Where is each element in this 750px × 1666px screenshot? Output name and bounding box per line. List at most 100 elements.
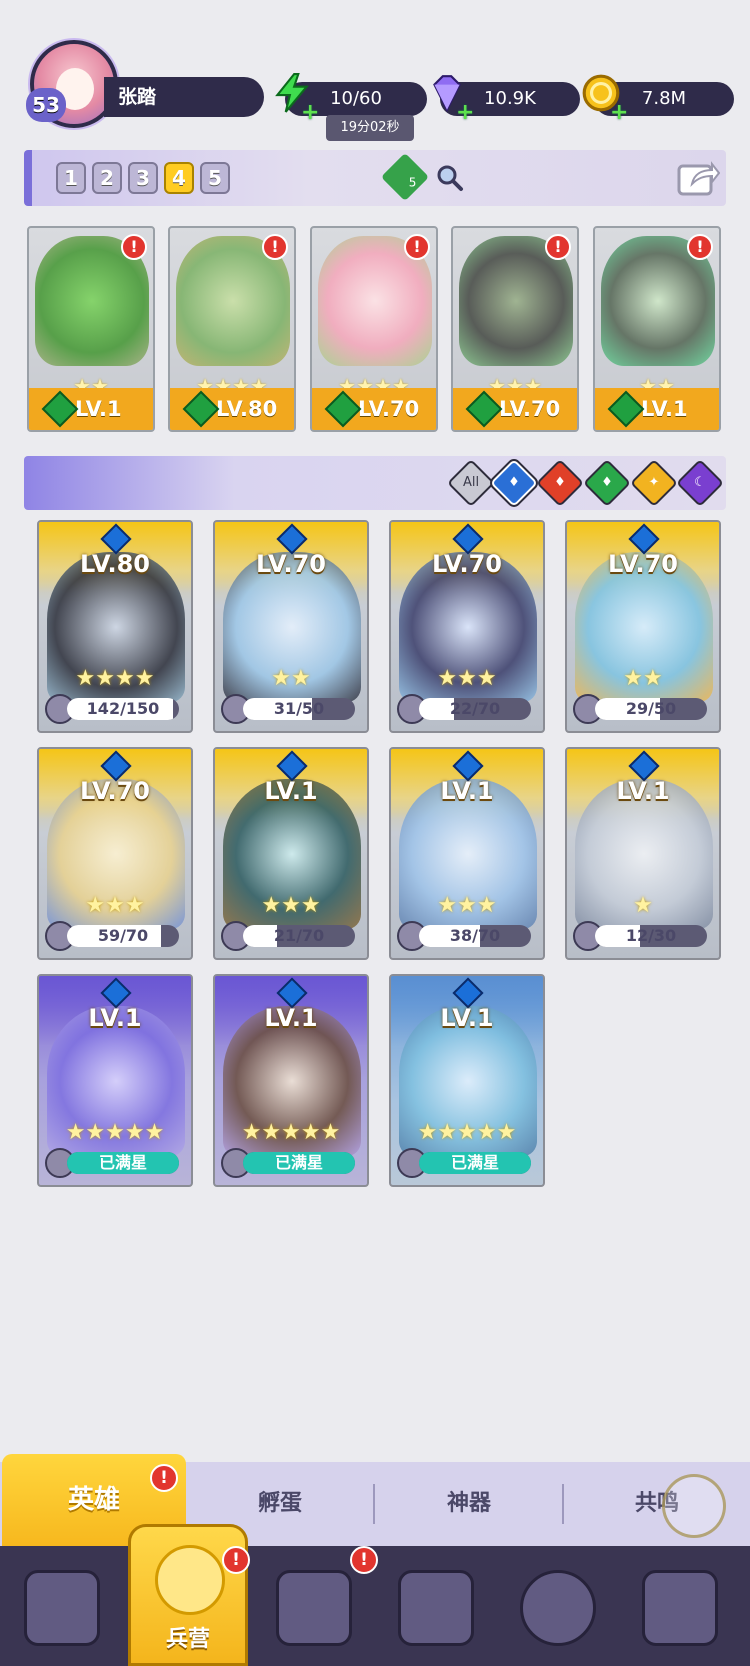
star-rating: ★★★ [437,893,497,918]
shard-progress-text: 12/30 [625,926,677,945]
star-rating: ★★★ [261,893,321,918]
shard-progress-bar: 已满星 [243,1152,355,1174]
shard-progress-text: 已满星 [98,1153,147,1172]
shard-progress-bar: 31/50 [243,698,355,720]
shard-progress-text: 22/70 [449,699,501,718]
shard-progress-text: 已满星 [450,1153,499,1172]
hero-level: LV.1 [440,777,494,805]
nav-barracks-label: 兵营 [165,1627,210,1652]
shard-progress-bar: 已满星 [67,1152,179,1174]
hero-card[interactable]: LV.1 ★★★★★ 已满星 [37,974,193,1187]
alert-badge: ! [222,1546,250,1574]
hero-level: LV.1 [264,777,318,805]
alert-badge: ! [121,234,147,260]
gem-counter[interactable]: + 10.9K [433,75,580,125]
star-rating: ★★★ [85,893,145,918]
add-gems-icon[interactable]: + [456,96,474,130]
star-rating: ★★ [623,666,663,691]
star-rating: ★★★★★ [65,1120,165,1145]
energy-counter[interactable]: + 10/60 [275,73,427,125]
hero-level: LV.70 [608,550,678,578]
energy-timer: 19分02秒 [326,115,414,141]
gem-value: 10.9K [484,88,536,109]
shard-progress-text: 21/70 [273,926,325,945]
shard-progress-text: 38/70 [449,926,501,945]
share-icon[interactable] [676,156,720,198]
tab-divider [373,1484,375,1524]
nav-cards-icon[interactable] [24,1570,100,1646]
alert-badge: ! [545,234,571,260]
hero-card[interactable]: LV.70 ★★ 31/50 [213,520,369,733]
hero-card[interactable]: LV.80 ★★★★ 142/150 [37,520,193,733]
shard-progress-bar: 22/70 [419,698,531,720]
nav-mushroom-icon[interactable] [520,1570,596,1646]
shard-progress-bar: 29/50 [595,698,707,720]
hero-card[interactable]: LV.70 ★★ 29/50 [565,520,721,733]
hero-level: LV.70 [432,550,502,578]
player-name: 张踏 [104,77,264,117]
team-tab-1[interactable]: 1 [56,162,86,194]
floating-assist-button[interactable] [662,1474,726,1538]
shard-progress-text: 59/70 [97,926,149,945]
hero-level: LV.70 [80,777,150,805]
shard-progress-bar: 59/70 [67,925,179,947]
barracks-icon [155,1545,225,1615]
team-hero-card[interactable]: ! ★★★★ LV.80 [168,226,296,432]
hero-card[interactable]: LV.70 ★★★ 59/70 [37,747,193,960]
hero-level: LV.1 [616,777,670,805]
team-hero-card[interactable]: ! ★★ LV.1 [593,226,721,432]
shard-progress-text: 31/50 [273,699,325,718]
hero-level: LV.1 [440,1004,494,1032]
alert-badge: ! [350,1546,378,1574]
alert-badge: ! [262,234,288,260]
hero-level: LV.80 [80,550,150,578]
coin-counter[interactable]: + 7.8M [582,74,734,125]
hero-card[interactable]: LV.1 ★ 12/30 [565,747,721,960]
nature-element-icon: ♦ [601,475,613,490]
dark-element-icon: ☾ [694,475,706,490]
star-rating: ★★★★★ [241,1120,341,1145]
hero-card[interactable]: LV.1 ★★★★★ 已满星 [213,974,369,1187]
team-tab-4[interactable]: 4 [164,162,194,194]
shard-progress-bar: 38/70 [419,925,531,947]
team-selector-bar: 1 2 3 4 5 [24,150,726,206]
hero-level: LV.1 [264,1004,318,1032]
team-tab-2[interactable]: 2 [92,162,122,194]
add-coins-icon[interactable]: + [610,96,628,130]
shard-progress-bar: 142/150 [67,698,179,720]
hero-level: LV.70 [256,550,326,578]
energy-value: 10/60 [330,88,382,109]
star-rating: ★★★★★ [417,1120,517,1145]
hero-card[interactable]: LV.1 ★★★ 21/70 [213,747,369,960]
alert-badge: ! [404,234,430,260]
fire-element-icon: ♦ [554,475,566,490]
team-hero-card[interactable]: ! ★★★ LV.70 [451,226,579,432]
hero-card[interactable]: LV.1 ★★★ 38/70 [389,747,545,960]
shard-progress-text: 已满星 [274,1153,323,1172]
player-level-badge: 53 [26,88,66,122]
nav-guild-banner-icon[interactable] [642,1570,718,1646]
tab-artifact[interactable]: 神器 [376,1462,562,1546]
shard-progress-text: 29/50 [625,699,677,718]
team-hero-card[interactable]: ! ★★★★ LV.70 [310,226,438,432]
team-tab-5[interactable]: 5 [200,162,230,194]
water-element-icon: ♦ [508,475,520,490]
coin-value: 7.8M [641,88,687,109]
shard-progress-text: 142/150 [86,699,160,718]
star-rating: ★★★ [437,666,497,691]
hero-card[interactable]: LV.1 ★★★★★ 已满星 [389,974,545,1187]
shard-progress-bar: 已满星 [419,1152,531,1174]
team-tab-3[interactable]: 3 [128,162,158,194]
shard-progress-bar: 12/30 [595,925,707,947]
star-rating: ★ [633,893,653,918]
add-energy-icon[interactable]: + [301,96,319,130]
filter-all-label: All [462,475,480,490]
nav-map-icon[interactable] [276,1570,352,1646]
hero-card[interactable]: LV.70 ★★★ 22/70 [389,520,545,733]
nav-castle-icon[interactable] [398,1570,474,1646]
team-hero-card[interactable]: ! ★★ LV.1 [27,226,155,432]
team-gem-count: 5 [408,175,417,190]
search-icon[interactable] [436,164,464,192]
nav-barracks[interactable]: 兵营 [128,1524,248,1666]
light-element-icon: ✦ [648,475,660,490]
